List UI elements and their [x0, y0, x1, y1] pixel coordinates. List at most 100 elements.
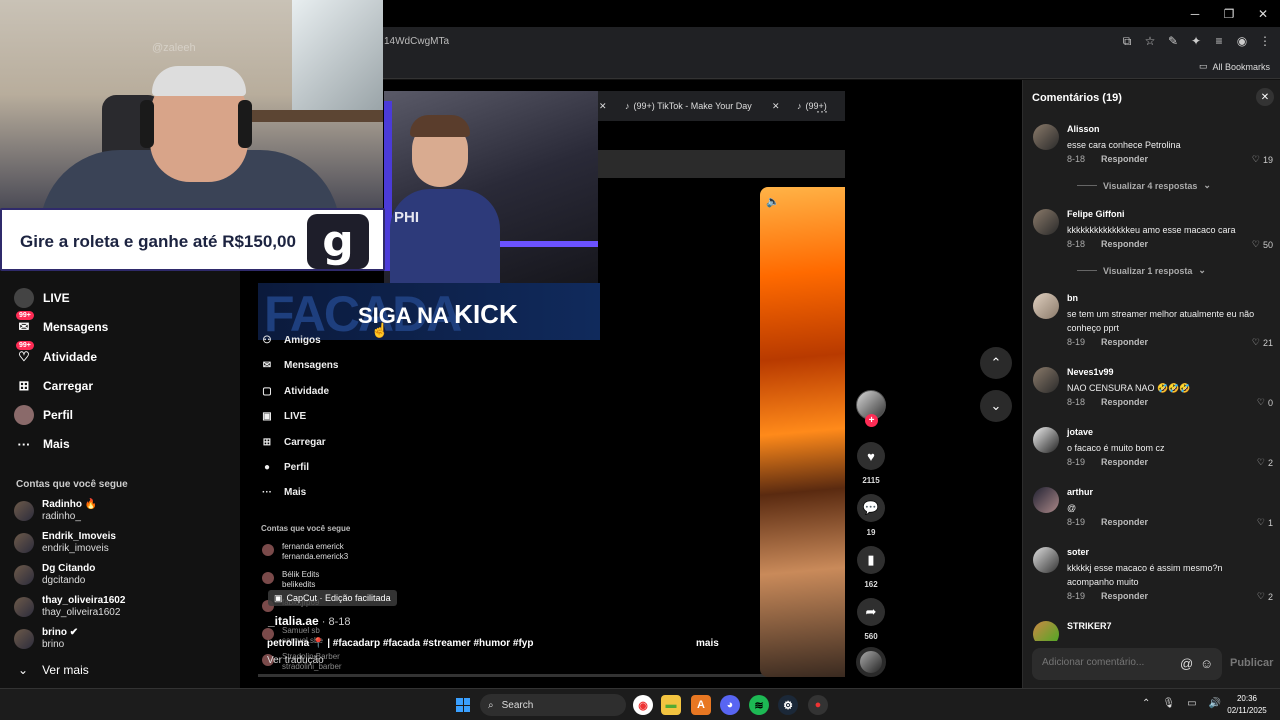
- video-progress-bar[interactable]: [258, 674, 845, 677]
- discord-icon[interactable]: ◕: [720, 695, 740, 715]
- record-app-icon[interactable]: ●: [808, 695, 828, 715]
- video-caption[interactable]: petrolina 📍 | #facadarp #facada #streame…: [267, 638, 533, 649]
- sidebar-item-profile[interactable]: Perfil: [14, 405, 73, 425]
- chevron-up-icon[interactable]: ⌃: [1142, 698, 1150, 709]
- minimize-icon[interactable]: ─: [1178, 0, 1212, 27]
- folder-icon: ▭: [1198, 61, 1208, 71]
- avatar[interactable]: [1033, 621, 1059, 641]
- following-account[interactable]: brino ✔ brino: [14, 627, 78, 651]
- following-account[interactable]: Radinho 🔥 radinho_: [14, 499, 97, 523]
- sidebar-item-more[interactable]: ··· Mais: [14, 434, 70, 454]
- close-comments-button[interactable]: ✕: [1256, 88, 1274, 106]
- reply-button[interactable]: Responder: [1101, 397, 1148, 407]
- close-icon[interactable]: ✕: [1246, 0, 1280, 27]
- comment-username[interactable]: arthur: [1067, 487, 1093, 497]
- comment-text: @: [1067, 503, 1077, 513]
- restore-icon[interactable]: ❐: [1212, 0, 1246, 27]
- comment-like-button[interactable]: ♡ 1: [1257, 517, 1273, 528]
- avatar[interactable]: [1033, 487, 1059, 513]
- see-more-button[interactable]: ⌄ Ver mais: [18, 663, 89, 677]
- following-account[interactable]: Dg Citando dgcitando: [14, 563, 95, 587]
- post-comment-button[interactable]: Publicar: [1230, 657, 1273, 669]
- extensions-puzzle-icon[interactable]: ✦: [1189, 33, 1203, 49]
- avatar[interactable]: [1033, 367, 1059, 393]
- reply-button[interactable]: Responder: [1101, 154, 1148, 164]
- install-app-icon[interactable]: ⧉: [1120, 33, 1134, 49]
- browser-menu-icon[interactable]: ⋮: [1258, 33, 1272, 49]
- avatar[interactable]: [1033, 293, 1059, 319]
- steam-icon[interactable]: ⚙: [778, 695, 798, 715]
- comment-input[interactable]: [1042, 657, 1172, 668]
- sidebar-item-messages[interactable]: ✉ 99+ Mensagens: [14, 311, 108, 337]
- comment-like-button[interactable]: ♡ 2: [1257, 457, 1273, 468]
- taskbar-clock[interactable]: 20:36 02/11/2025: [1220, 693, 1274, 717]
- address-text[interactable]: 14WdCwgMTa: [384, 36, 449, 47]
- reply-button[interactable]: Responder: [1101, 457, 1148, 467]
- comment-like-button[interactable]: ♡ 21: [1252, 337, 1273, 348]
- reply-button[interactable]: Responder: [1101, 517, 1148, 527]
- avatar[interactable]: [1033, 209, 1059, 235]
- follow-plus-icon[interactable]: +: [865, 414, 878, 427]
- comment-username[interactable]: bn: [1067, 293, 1078, 303]
- comment-input-box: @ ☺: [1032, 648, 1222, 680]
- next-video-button[interactable]: ⌄: [980, 390, 1012, 422]
- comment-date: 8-19: [1067, 337, 1086, 347]
- avatar[interactable]: [1033, 547, 1059, 573]
- media-control-icon[interactable]: ≡: [1212, 33, 1226, 49]
- sidebar-item-activity[interactable]: ♡ 99+ Atividade: [14, 341, 97, 367]
- following-account[interactable]: Endrik_Imoveis endrik_imoveis: [14, 531, 116, 555]
- mute-icon[interactable]: 🔈: [766, 195, 780, 208]
- system-tray: ⌃ 🎙 ▭ 🔊: [1142, 698, 1221, 709]
- following-account[interactable]: thay_oliveira1602 thay_oliveira1602: [14, 595, 125, 619]
- save-button[interactable]: ▮: [857, 546, 885, 574]
- reply-button[interactable]: Responder: [1101, 591, 1148, 601]
- comment-button[interactable]: 💬: [857, 494, 885, 522]
- comment-username[interactable]: STRIKER7: [1067, 621, 1112, 631]
- avatar[interactable]: [1033, 124, 1059, 150]
- comment-username[interactable]: Neves1v99: [1067, 367, 1114, 377]
- sidebar-item-live[interactable]: LIVE: [14, 288, 70, 308]
- comment-like-button[interactable]: ♡ 19: [1252, 154, 1273, 165]
- taskbar-search[interactable]: ⌕ Search: [480, 694, 626, 716]
- avatar[interactable]: [1033, 427, 1059, 453]
- account-name: thay_oliveira1602: [42, 595, 126, 606]
- profile-avatar-icon[interactable]: ◉: [1235, 33, 1249, 49]
- music-disc[interactable]: [856, 647, 886, 677]
- comment-username[interactable]: Felipe Giffoni: [1067, 209, 1125, 219]
- share-button[interactable]: ➦: [857, 598, 885, 626]
- all-bookmarks-button[interactable]: ▭ All Bookmarks: [1199, 61, 1270, 72]
- view-replies-button[interactable]: Visualizar 4 respostas ⌄: [1077, 180, 1211, 191]
- comment-like-button[interactable]: ♡ 2: [1257, 591, 1273, 602]
- sidebar-item-upload[interactable]: ⊞ Carregar: [14, 376, 93, 396]
- capcut-tag[interactable]: ▣ CapCut · Edição facilitada: [268, 590, 397, 606]
- like-button[interactable]: ♥: [857, 442, 885, 470]
- comment-like-button[interactable]: ♡ 0: [1257, 397, 1273, 408]
- spotify-icon[interactable]: ≋: [749, 695, 769, 715]
- microphone-icon[interactable]: 🎙: [1162, 698, 1175, 709]
- extension-pen-icon[interactable]: ✎: [1166, 33, 1180, 49]
- app-a-icon[interactable]: A: [691, 695, 711, 715]
- bookmark-star-icon[interactable]: ☆: [1143, 33, 1157, 49]
- emoji-icon[interactable]: ☺: [1200, 656, 1213, 671]
- display-icon[interactable]: ▭: [1187, 698, 1196, 709]
- mention-icon[interactable]: @: [1180, 656, 1193, 671]
- chrome-icon[interactable]: ◉: [633, 695, 653, 715]
- see-translation-button[interactable]: Ver tradução: [267, 655, 324, 666]
- next-video-preview[interactable]: [760, 187, 845, 677]
- start-button[interactable]: [456, 698, 470, 712]
- caption-more-button[interactable]: mais: [696, 638, 719, 649]
- comment-meta: 8-19 Responder: [1067, 517, 1148, 527]
- reply-button[interactable]: Responder: [1101, 337, 1148, 347]
- file-explorer-icon[interactable]: ▬: [661, 695, 681, 715]
- comment-username[interactable]: soter: [1067, 547, 1089, 557]
- comment-like-button[interactable]: ♡ 50: [1252, 239, 1273, 250]
- comment-username[interactable]: Alisson: [1067, 124, 1100, 134]
- inner-nav-item: ● Perfil: [260, 462, 309, 473]
- reply-button[interactable]: Responder: [1101, 239, 1148, 249]
- more-options-icon[interactable]: ···: [816, 104, 828, 118]
- previous-video-button[interactable]: ⌃: [980, 347, 1012, 379]
- comment-username[interactable]: jotave: [1067, 427, 1093, 437]
- inner-account: Bélik Edits belikedits: [262, 570, 319, 590]
- video-author[interactable]: _italia.ae · 8-18: [268, 614, 351, 628]
- view-replies-button[interactable]: Visualizar 1 resposta ⌄: [1077, 265, 1206, 276]
